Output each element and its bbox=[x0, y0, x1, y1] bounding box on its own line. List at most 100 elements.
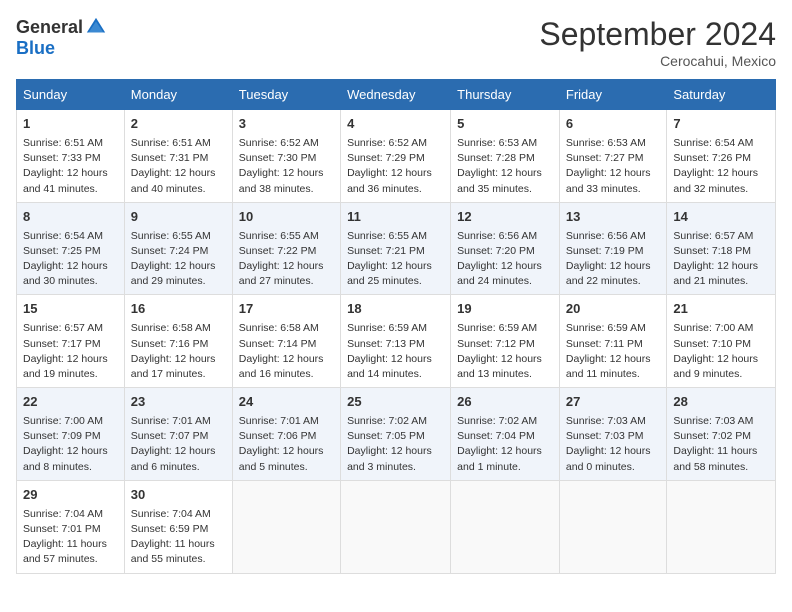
calendar-day-cell: 29 Sunrise: 7:04 AMSunset: 7:01 PMDayligh… bbox=[17, 480, 125, 573]
day-number: 13 bbox=[566, 208, 661, 227]
day-info: Sunrise: 6:52 AMSunset: 7:30 PMDaylight:… bbox=[239, 136, 334, 197]
day-number: 19 bbox=[457, 300, 553, 319]
calendar-week-row: 22 Sunrise: 7:00 AMSunset: 7:09 PMDayligh… bbox=[17, 388, 776, 481]
calendar-header-thursday: Thursday bbox=[451, 80, 560, 110]
day-number: 22 bbox=[23, 393, 118, 412]
day-number: 5 bbox=[457, 115, 553, 134]
calendar-header-monday: Monday bbox=[124, 80, 232, 110]
calendar-day-cell bbox=[232, 480, 340, 573]
logo-blue-text: Blue bbox=[16, 38, 55, 59]
calendar-day-cell: 30 Sunrise: 7:04 AMSunset: 6:59 PMDayligh… bbox=[124, 480, 232, 573]
day-number: 11 bbox=[347, 208, 444, 227]
logo-icon bbox=[85, 16, 107, 38]
day-info: Sunrise: 7:01 AMSunset: 7:06 PMDaylight:… bbox=[239, 414, 334, 475]
day-number: 14 bbox=[673, 208, 769, 227]
day-number: 2 bbox=[131, 115, 226, 134]
day-number: 26 bbox=[457, 393, 553, 412]
day-info: Sunrise: 6:54 AMSunset: 7:25 PMDaylight:… bbox=[23, 229, 118, 290]
calendar-day-cell: 17Sunrise: 6:58 AMSunset: 7:14 PMDayligh… bbox=[232, 295, 340, 388]
calendar-day-cell: 20Sunrise: 6:59 AMSunset: 7:11 PMDayligh… bbox=[559, 295, 667, 388]
day-info: Sunrise: 7:00 AMSunset: 7:09 PMDaylight:… bbox=[23, 414, 118, 475]
day-number: 9 bbox=[131, 208, 226, 227]
day-number: 8 bbox=[23, 208, 118, 227]
day-info: Sunrise: 6:56 AMSunset: 7:19 PMDaylight:… bbox=[566, 229, 661, 290]
calendar-day-cell: 5Sunrise: 6:53 AMSunset: 7:28 PMDaylight… bbox=[451, 110, 560, 203]
calendar-header-tuesday: Tuesday bbox=[232, 80, 340, 110]
calendar-header-sunday: Sunday bbox=[17, 80, 125, 110]
day-number: 6 bbox=[566, 115, 661, 134]
day-info: Sunrise: 7:04 AMSunset: 6:59 PMDaylight:… bbox=[131, 507, 226, 568]
calendar-day-cell: 2Sunrise: 6:51 AMSunset: 7:31 PMDaylight… bbox=[124, 110, 232, 203]
day-number: 30 bbox=[131, 486, 226, 505]
calendar-day-cell: 19Sunrise: 6:59 AMSunset: 7:12 PMDayligh… bbox=[451, 295, 560, 388]
day-number: 27 bbox=[566, 393, 661, 412]
day-info: Sunrise: 7:01 AMSunset: 7:07 PMDaylight:… bbox=[131, 414, 226, 475]
day-info: Sunrise: 6:52 AMSunset: 7:29 PMDaylight:… bbox=[347, 136, 444, 197]
day-info: Sunrise: 6:58 AMSunset: 7:16 PMDaylight:… bbox=[131, 321, 226, 382]
day-number: 1 bbox=[23, 115, 118, 134]
day-number: 25 bbox=[347, 393, 444, 412]
day-number: 3 bbox=[239, 115, 334, 134]
calendar-day-cell: 9 Sunrise: 6:55 AMSunset: 7:24 PMDaylight… bbox=[124, 202, 232, 295]
day-info: Sunrise: 7:02 AMSunset: 7:04 PMDaylight:… bbox=[457, 414, 553, 475]
calendar-day-cell: 15 Sunrise: 6:57 AMSunset: 7:17 PMDayligh… bbox=[17, 295, 125, 388]
calendar-day-cell: 8 Sunrise: 6:54 AMSunset: 7:25 PMDaylight… bbox=[17, 202, 125, 295]
calendar-day-cell: 22 Sunrise: 7:00 AMSunset: 7:09 PMDayligh… bbox=[17, 388, 125, 481]
calendar-day-cell: 18 Sunrise: 6:59 AMSunset: 7:13 PMDayligh… bbox=[341, 295, 451, 388]
calendar-day-cell: 1Sunrise: 6:51 AMSunset: 7:33 PMDaylight… bbox=[17, 110, 125, 203]
day-info: Sunrise: 6:57 AMSunset: 7:18 PMDaylight:… bbox=[673, 229, 769, 290]
calendar-day-cell: 27 Sunrise: 7:03 AMSunset: 7:03 PMDayligh… bbox=[559, 388, 667, 481]
day-number: 24 bbox=[239, 393, 334, 412]
day-info: Sunrise: 6:55 AMSunset: 7:21 PMDaylight:… bbox=[347, 229, 444, 290]
day-info: Sunrise: 6:56 AMSunset: 7:20 PMDaylight:… bbox=[457, 229, 553, 290]
calendar-day-cell: 26 Sunrise: 7:02 AMSunset: 7:04 PMDayligh… bbox=[451, 388, 560, 481]
day-number: 4 bbox=[347, 115, 444, 134]
day-info: Sunrise: 6:59 AMSunset: 7:13 PMDaylight:… bbox=[347, 321, 444, 382]
calendar-day-cell: 11 Sunrise: 6:55 AMSunset: 7:21 PMDayligh… bbox=[341, 202, 451, 295]
calendar-day-cell: 6 Sunrise: 6:53 AMSunset: 7:27 PMDaylight… bbox=[559, 110, 667, 203]
calendar-week-row: 15 Sunrise: 6:57 AMSunset: 7:17 PMDayligh… bbox=[17, 295, 776, 388]
day-info: Sunrise: 6:54 AMSunset: 7:26 PMDaylight:… bbox=[673, 136, 769, 197]
day-info: Sunrise: 7:03 AMSunset: 7:03 PMDaylight:… bbox=[566, 414, 661, 475]
calendar-day-cell: 10 Sunrise: 6:55 AMSunset: 7:22 PMDayligh… bbox=[232, 202, 340, 295]
day-number: 16 bbox=[131, 300, 226, 319]
calendar-day-cell: 14 Sunrise: 6:57 AMSunset: 7:18 PMDayligh… bbox=[667, 202, 776, 295]
calendar-week-row: 1Sunrise: 6:51 AMSunset: 7:33 PMDaylight… bbox=[17, 110, 776, 203]
day-number: 29 bbox=[23, 486, 118, 505]
calendar-day-cell: 12 Sunrise: 6:56 AMSunset: 7:20 PMDayligh… bbox=[451, 202, 560, 295]
day-number: 12 bbox=[457, 208, 553, 227]
day-info: Sunrise: 6:57 AMSunset: 7:17 PMDaylight:… bbox=[23, 321, 118, 382]
day-info: Sunrise: 6:55 AMSunset: 7:24 PMDaylight:… bbox=[131, 229, 226, 290]
calendar-day-cell: 4 Sunrise: 6:52 AMSunset: 7:29 PMDaylight… bbox=[341, 110, 451, 203]
day-info: Sunrise: 6:53 AMSunset: 7:27 PMDaylight:… bbox=[566, 136, 661, 197]
calendar-header-row: SundayMondayTuesdayWednesdayThursdayFrid… bbox=[17, 80, 776, 110]
day-number: 10 bbox=[239, 208, 334, 227]
title-section: September 2024 Cerocahui, Mexico bbox=[539, 16, 776, 69]
calendar-day-cell bbox=[559, 480, 667, 573]
day-number: 23 bbox=[131, 393, 226, 412]
calendar-day-cell: 13 Sunrise: 6:56 AMSunset: 7:19 PMDayligh… bbox=[559, 202, 667, 295]
day-info: Sunrise: 7:02 AMSunset: 7:05 PMDaylight:… bbox=[347, 414, 444, 475]
day-number: 15 bbox=[23, 300, 118, 319]
calendar-week-row: 29 Sunrise: 7:04 AMSunset: 7:01 PMDayligh… bbox=[17, 480, 776, 573]
day-number: 20 bbox=[566, 300, 661, 319]
calendar-header-saturday: Saturday bbox=[667, 80, 776, 110]
day-number: 21 bbox=[673, 300, 769, 319]
day-info: Sunrise: 6:55 AMSunset: 7:22 PMDaylight:… bbox=[239, 229, 334, 290]
calendar-week-row: 8 Sunrise: 6:54 AMSunset: 7:25 PMDaylight… bbox=[17, 202, 776, 295]
day-info: Sunrise: 6:58 AMSunset: 7:14 PMDaylight:… bbox=[239, 321, 334, 382]
calendar-day-cell: 25 Sunrise: 7:02 AMSunset: 7:05 PMDayligh… bbox=[341, 388, 451, 481]
month-title: September 2024 bbox=[539, 16, 776, 53]
calendar-day-cell: 28Sunrise: 7:03 AMSunset: 7:02 PMDayligh… bbox=[667, 388, 776, 481]
day-number: 18 bbox=[347, 300, 444, 319]
day-number: 7 bbox=[673, 115, 769, 134]
calendar-day-cell bbox=[451, 480, 560, 573]
calendar-day-cell bbox=[667, 480, 776, 573]
calendar-day-cell: 23 Sunrise: 7:01 AMSunset: 7:07 PMDayligh… bbox=[124, 388, 232, 481]
location: Cerocahui, Mexico bbox=[539, 53, 776, 69]
calendar-day-cell: 3 Sunrise: 6:52 AMSunset: 7:30 PMDaylight… bbox=[232, 110, 340, 203]
day-info: Sunrise: 7:04 AMSunset: 7:01 PMDaylight:… bbox=[23, 507, 118, 568]
calendar-day-cell: 24 Sunrise: 7:01 AMSunset: 7:06 PMDayligh… bbox=[232, 388, 340, 481]
calendar-header-friday: Friday bbox=[559, 80, 667, 110]
day-info: Sunrise: 7:00 AMSunset: 7:10 PMDaylight:… bbox=[673, 321, 769, 382]
